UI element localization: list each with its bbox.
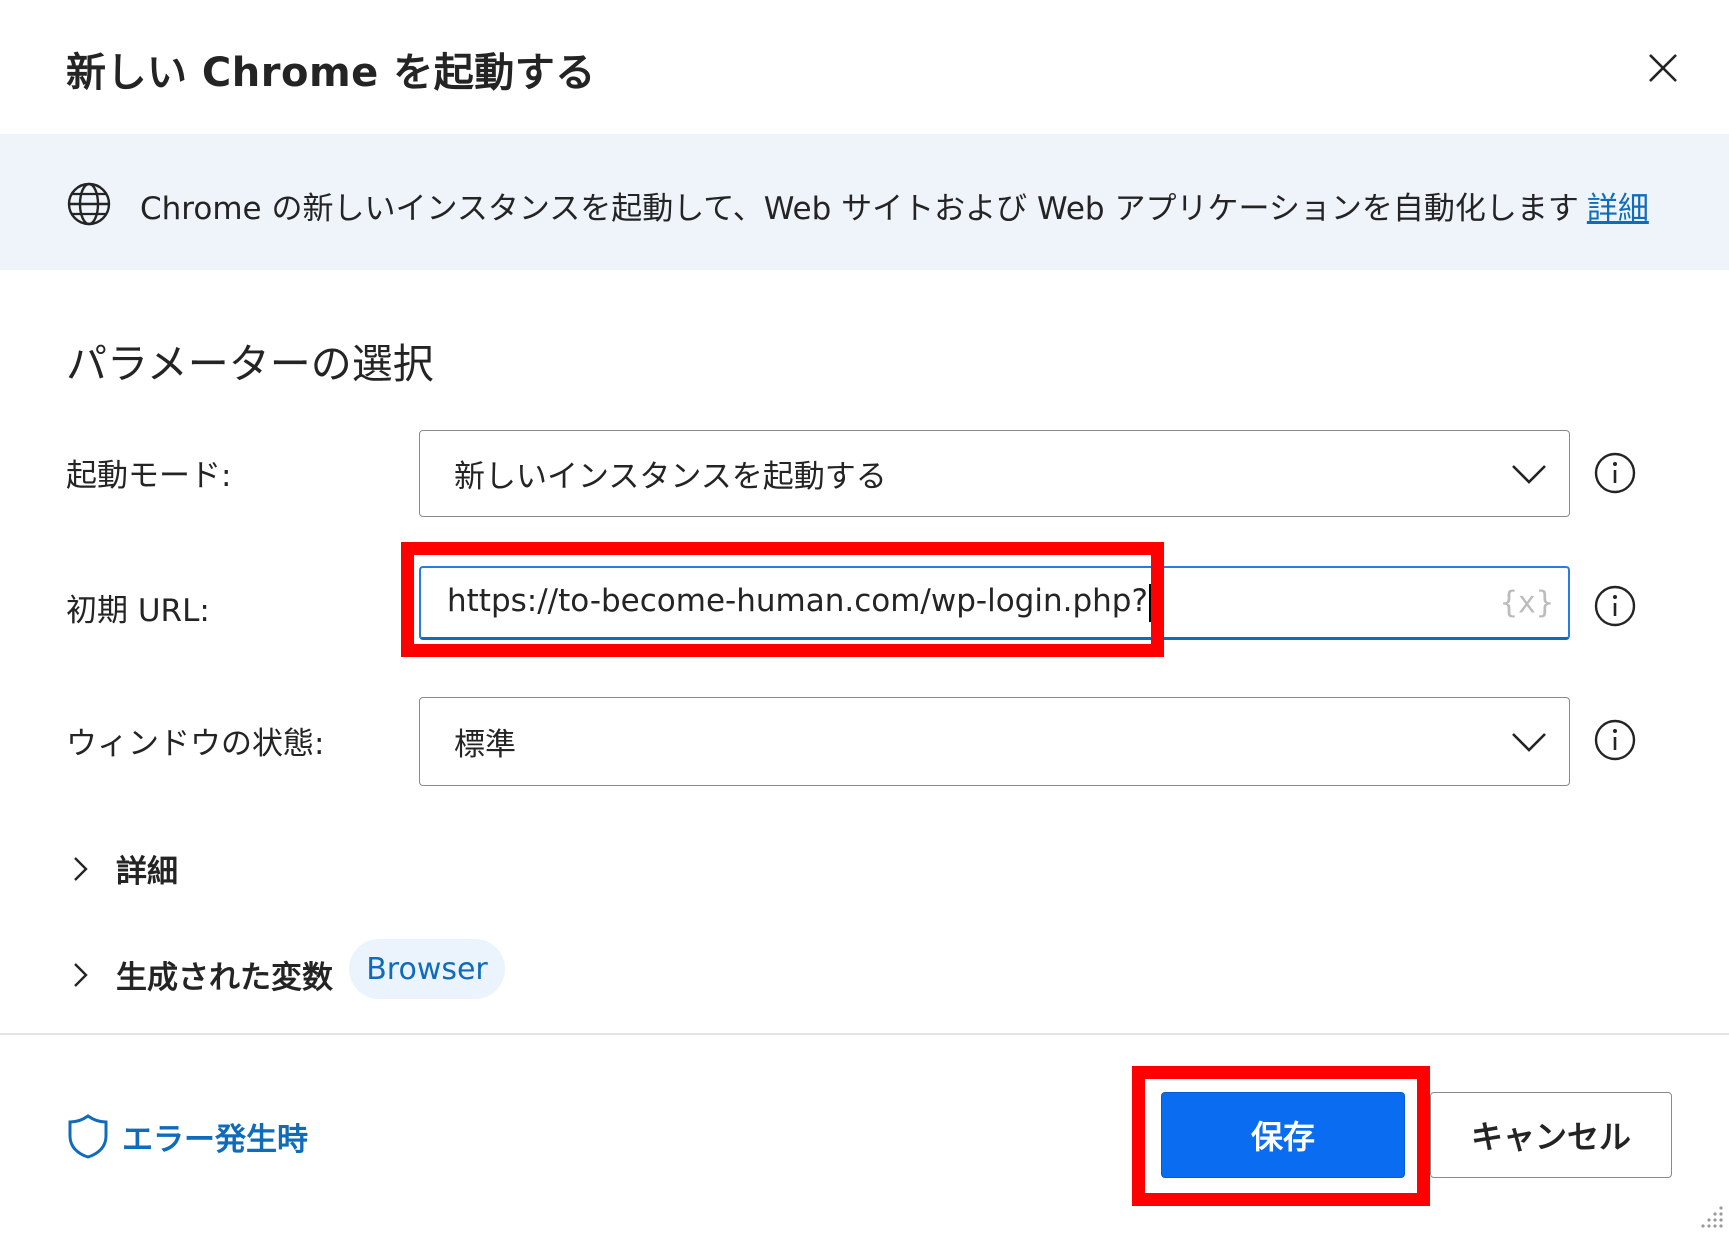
info-icon[interactable] [1593,718,1637,762]
learn-more-link[interactable]: 詳細 [1587,191,1649,227]
initial-url-input[interactable]: https://to-become-human.com/wp-login.php… [419,566,1570,640]
chevron-down-icon [1512,464,1546,484]
chevron-right-icon [74,856,88,881]
shield-icon [68,1114,108,1159]
save-button[interactable]: 保存 [1161,1092,1405,1178]
insert-variable-button[interactable]: {x} [1500,585,1554,620]
launch-mode-label: 起動モード: [66,458,232,494]
window-state-value: 標準 [454,727,516,763]
close-icon [1649,54,1677,82]
cancel-button[interactable]: キャンセル [1430,1092,1672,1178]
launch-mode-dropdown[interactable]: 新しいインスタンスを起動する [419,430,1570,517]
globe-icon [67,182,111,226]
variable-pill-browser[interactable]: Browser [349,939,505,999]
chevron-down-icon [1512,732,1546,752]
initial-url-label: 初期 URL: [66,593,210,629]
on-error-label: エラー発生時 [122,1121,308,1158]
advanced-expander[interactable]: 詳細 [70,846,178,891]
text-caret [1148,583,1152,622]
section-title: パラメーターの選択 [66,340,434,388]
dialog-title: 新しい Chrome を起動する [66,50,596,96]
banner-text: Chrome の新しいインスタンスを起動して、Web サイトおよび Web アプ… [140,191,1579,227]
advanced-label: 詳細 [116,854,178,890]
resize-grip-icon[interactable] [1695,1202,1725,1232]
variables-label: 生成された変数 [116,960,333,996]
window-state-dropdown[interactable]: 標準 [419,697,1570,786]
banner-description: Chrome の新しいインスタンスを起動して、Web サイトおよび Web アプ… [140,183,1649,228]
footer-divider [0,1033,1729,1035]
launch-mode-value: 新しいインスタンスを起動する [454,459,887,495]
variables-expander[interactable]: 生成された変数 [70,952,333,997]
close-button[interactable] [1640,45,1686,91]
info-icon[interactable] [1593,451,1637,495]
window-state-label: ウィンドウの状態: [66,726,325,762]
initial-url-value: https://to-become-human.com/wp-login.php… [447,583,1152,622]
info-icon[interactable] [1593,584,1637,628]
on-error-button[interactable]: エラー発生時 [66,1112,308,1160]
chevron-right-icon [74,962,88,987]
